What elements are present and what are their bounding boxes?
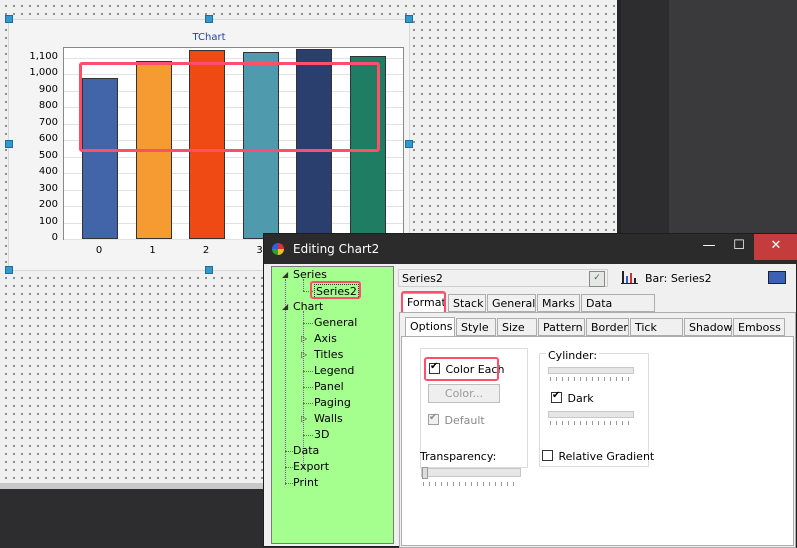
default-label: Default [444,414,485,427]
tab-pattern[interactable]: Pattern [538,318,585,336]
tab-general[interactable]: General [487,294,536,312]
dark-label: Dark [567,392,594,405]
tab-stack[interactable]: Stack [448,294,486,312]
tree-node-series[interactable]: Series [293,268,327,281]
series-selector-value: Series2 [402,272,443,285]
tab-options[interactable]: Options [405,317,455,337]
checkbox-icon[interactable] [428,412,439,425]
tree-node-3d[interactable]: 3D [314,428,329,441]
tab-tick-lines[interactable]: Tick Lines [630,318,683,347]
tab-shadow[interactable]: Shadow [684,318,732,336]
checkbox-icon[interactable] [551,390,562,403]
tree-node-legend[interactable]: Legend [314,364,354,377]
dark-checkbox[interactable]: Dark [551,390,594,405]
tab-border[interactable]: Border [586,318,629,336]
minimize-button[interactable]: — [694,234,724,260]
default-checkbox[interactable]: Default [428,412,485,427]
maximize-button[interactable]: ☐ [724,234,754,260]
tree-node-export[interactable]: Export [293,460,329,473]
tree-node-panel[interactable]: Panel [314,380,344,393]
dark-slider[interactable] [548,411,634,418]
tab-emboss[interactable]: Emboss [733,318,785,336]
series-color-swatch[interactable] [768,271,786,284]
tab-data-source[interactable]: Data Source [581,294,655,323]
relative-gradient-label: Relative Gradient [558,450,655,463]
series-selector-combo[interactable]: Series2 ✓ [398,269,608,287]
chevron-down-icon[interactable]: ✓ [589,271,605,287]
cylinder-label: Cylinder: [546,349,600,362]
dark-slider-ticks [550,421,632,425]
series-type-label: Bar: Series2 [645,272,712,285]
transparency-slider-ticks [423,482,519,486]
color-each-highlight [424,357,499,381]
transparency-slider[interactable] [421,467,521,479]
tab-marks[interactable]: Marks [537,294,580,312]
dialog-title: Editing Chart2 [293,242,380,256]
dialog-titlebar[interactable]: Editing Chart2 — ☐ ✕ [264,234,797,264]
tree-node-axis[interactable]: Axis [314,332,337,345]
transparency-label: Transparency: [420,450,497,463]
checkbox-icon[interactable] [542,450,553,461]
bar-chart-icon [621,271,638,284]
cylinder-slider-ticks [550,377,632,381]
slider-thumb[interactable] [422,467,428,479]
tree-node-walls[interactable]: Walls [314,412,343,425]
cylinder-slider[interactable] [548,367,634,374]
tab-size[interactable]: Size [497,318,537,336]
tree-node-chart[interactable]: Chart [293,300,323,313]
teechart-app-icon [272,243,284,255]
tree-node-titles[interactable]: Titles [314,348,343,361]
tree-node-general[interactable]: General [314,316,357,329]
series2-highlight-box [310,281,361,299]
format-tab-highlight [401,291,446,314]
editor-content-area: Series2 ✓ Bar: Series2 Format Stack Gene… [398,266,797,548]
tab-style[interactable]: Style [456,318,496,336]
color-button[interactable]: Color... [428,384,500,403]
tree-node-paging[interactable]: Paging [314,396,351,409]
close-button[interactable]: ✕ [754,234,797,260]
relative-gradient-checkbox[interactable]: Relative Gradient [542,450,654,463]
tree-node-data[interactable]: Data [293,444,319,457]
editing-chart-dialog: Editing Chart2 — ☐ ✕ ◢ Series Series2 ◢ … [263,233,797,548]
editor-tree-view: ◢ Series Series2 ◢ Chart General ▷ Axis … [271,266,394,544]
tree-node-print[interactable]: Print [293,476,318,489]
